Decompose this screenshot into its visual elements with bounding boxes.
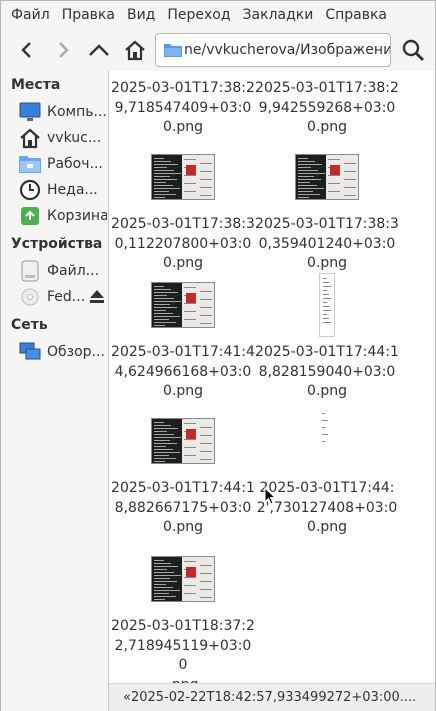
drive-icon [19,260,41,282]
file-name: 2025-03-01T17:38:2 9,942559268+03:0 0.png [255,80,399,135]
status-bar: «2025-02-22T18:42:57,933499272+03:00.... [109,683,435,711]
file-thumbnail [255,71,399,73]
file-item[interactable]: 2025-03-01T17:38:3 0,112207800+03:0 0.png [111,145,255,274]
sidebar-item-fedora-disc[interactable]: Fed... [1,284,108,310]
search-icon [402,39,424,61]
clock-icon [19,179,41,201]
file-name: 2025-03-01T17:38:3 0,112207800+03:0 0.png [111,216,255,271]
arrow-left-icon [21,42,31,58]
file-name: 2025-03-01T17:41:4 4,624966168+03:0 0.png [111,344,255,399]
network-heading: Сеть [11,317,48,333]
eject-icon[interactable] [90,290,104,303]
file-thumbnail [111,273,255,337]
file-thumbnail [111,409,255,473]
file-name: 2025-03-01T17:38:2 9,718547409+03:0 0.png [111,80,255,135]
file-thumbnail [111,145,255,209]
file-thumbnail [111,71,255,73]
file-grid: 2025-03-01T17:38:2 9,718547409+03:0 0.png 2… [109,71,435,683]
sidebar-item-network[interactable]: Обзор... [1,339,108,365]
forward-button[interactable] [45,33,81,67]
back-button[interactable] [9,33,45,67]
file-name: 2025-03-01T17:38:3 0,359401240+03:0 0.png [255,216,399,271]
mouse-pointer-icon [264,487,276,505]
sidebar-item-recent[interactable]: Неда... [1,177,108,203]
menu-bookmarks[interactable]: Закладки [237,1,320,29]
home-icon [19,127,41,149]
file-item[interactable]: 2025-03-01T17:38:2 9,718547409+03:0 0.png [111,71,255,138]
sidebar: Места Компь... vvkuc... Рабоч... Неда...… [1,71,109,711]
toolbar: ne/vvkucherova/Изображения/ [1,29,435,71]
home-button[interactable] [117,33,153,67]
location-bar[interactable]: ne/vvkucherova/Изображения/ [155,33,391,67]
sidebar-item-desktop[interactable]: Рабоч... [1,151,108,177]
chevron-up-icon [89,44,109,56]
file-name: 2025-03-01T18:37:22,718945119+03:00.png [111,618,255,683]
sidebar-item-filesystem[interactable]: Файл... [1,258,108,284]
file-item[interactable]: 2025-03-01T17:41:4 4,624966168+03:0 0.png [111,273,255,402]
file-name: 2025-03-01T17:44:1 8,882667175+03:0 0.png [111,480,255,535]
sidebar-item-home[interactable]: vvkuc... [1,125,108,151]
home-icon [125,40,145,61]
file-item[interactable]: 2025-03-01T17:38:3 0,359401240+03:0 0.png [255,145,399,274]
menu-view[interactable]: Вид [121,1,161,29]
file-thumbnail [255,145,399,209]
file-thumbnail [255,273,399,337]
sidebar-item-computer[interactable]: Компь... [1,99,108,125]
sidebar-item-trash[interactable]: Корзина [1,203,108,229]
menu-go[interactable]: Переход [161,1,236,29]
disc-icon [19,286,41,308]
computer-icon [19,101,41,123]
file-name: 2025-03-01T17:44:1 8,828159040+03:0 0.png [255,344,399,399]
menu-file[interactable]: Файл [5,1,56,29]
location-path: ne/vvkucherova/Изображения/ [184,42,391,58]
devices-heading: Устройства [11,236,103,252]
menu-edit[interactable]: Правка [56,1,121,29]
places-heading: Места [11,77,61,93]
folder-icon [164,44,182,57]
desktop-folder-icon [19,153,41,175]
file-manager-window: Файл Правка Вид Переход Закладки Справка… [0,0,436,711]
trash-icon [19,205,41,227]
file-item[interactable]: 2025-03-01T17:38:2 9,942559268+03:0 0.png [255,71,399,138]
menubar: Файл Правка Вид Переход Закладки Справка [1,1,435,29]
file-item[interactable]: 2025-03-01T17:44:1 8,828159040+03:0 0.png [255,273,399,402]
file-item[interactable]: 2025-03-01T17:44: 2',730127408+03:0 0.png [255,409,399,538]
up-button[interactable] [81,33,117,67]
arrow-right-icon [59,42,69,58]
file-thumbnail [255,409,399,473]
file-item[interactable]: 2025-03-01T18:37:22,718945119+03:00.png [111,547,255,683]
search-button[interactable] [395,33,431,67]
file-item[interactable]: 2025-03-01T17:44:1 8,882667175+03:0 0.png [111,409,255,538]
file-thumbnail [111,547,255,611]
menu-help[interactable]: Справка [319,1,393,29]
file-name: 2025-03-01T17:44: 2',730127408+03:0 0.png [256,480,398,535]
network-icon [19,341,41,363]
